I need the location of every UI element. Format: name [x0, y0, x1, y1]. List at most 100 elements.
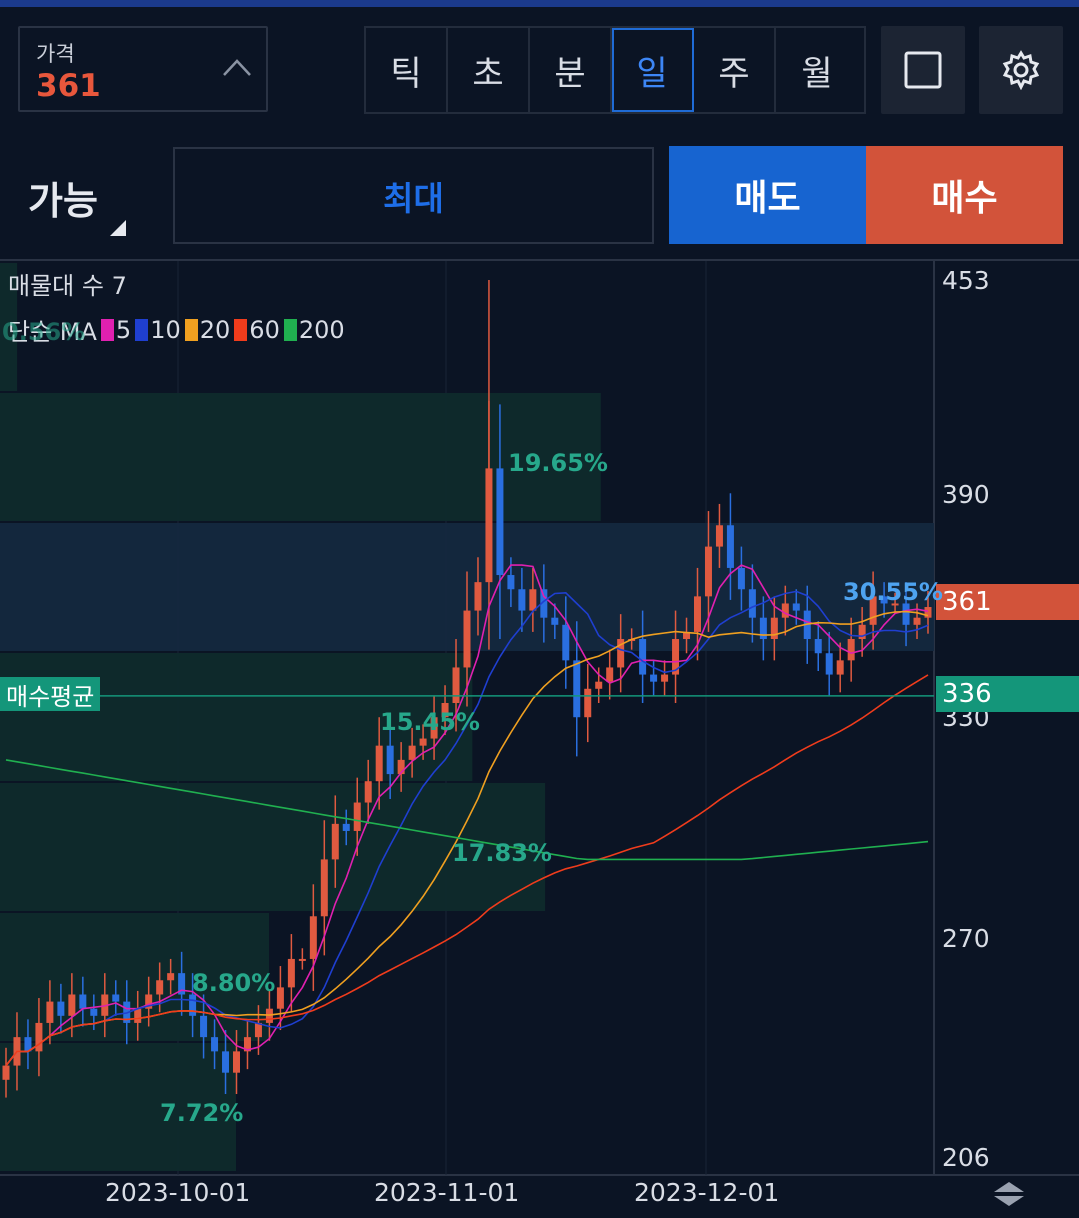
y-axis-label: 390: [942, 480, 990, 509]
candle-body: [825, 653, 833, 675]
candle-body: [276, 987, 284, 1009]
volume-profile-pct: 0.56%: [2, 318, 86, 346]
candle-body: [68, 994, 76, 1016]
ma-legend-label: 5: [115, 315, 132, 344]
buy-button[interactable]: 매수: [866, 146, 1063, 244]
candle-body: [529, 589, 537, 611]
sell-button[interactable]: 매도: [669, 146, 866, 244]
top-accent-bar: [0, 0, 1079, 7]
x-axis-label: 2023-12-01: [634, 1178, 780, 1207]
ma-legend-label: 10: [150, 315, 181, 344]
tab-period[interactable]: 일: [612, 28, 694, 112]
period-tabs: 틱초분일주월: [364, 26, 866, 114]
ma-legend-label: 60: [249, 315, 280, 344]
chevron-up-icon[interactable]: [222, 56, 252, 78]
ma-color-swatch: [100, 318, 114, 341]
candle-body: [814, 639, 822, 654]
candle-body: [924, 607, 932, 618]
candle-body: [167, 973, 175, 981]
price-value: 361: [36, 68, 101, 104]
candle-body: [156, 980, 164, 995]
current-price-tag: 361: [936, 584, 1079, 620]
candle-body: [309, 916, 317, 959]
ma-color-swatch: [184, 318, 198, 341]
candle-body: [452, 667, 460, 704]
ma-legend-label: 200: [298, 315, 345, 344]
candle-body: [661, 674, 669, 682]
candle-body: [463, 610, 471, 668]
candle-body: [726, 525, 734, 568]
gear-icon: [1002, 50, 1040, 90]
candle-body: [353, 802, 361, 831]
ma-color-swatch: [283, 318, 297, 341]
ma-legend-label: 20: [199, 315, 231, 344]
expand-button[interactable]: [881, 26, 965, 114]
candle-body: [781, 603, 789, 618]
volume-profile-pct: 19.65%: [508, 449, 608, 477]
volume-profile-pct: 7.72%: [160, 1099, 244, 1127]
candle-body: [496, 468, 504, 576]
volume-profile-pct: 17.83%: [452, 839, 552, 867]
candle-body: [57, 1001, 65, 1016]
ma-color-swatch: [234, 318, 248, 341]
candle-body: [364, 781, 372, 803]
volume-profile-pct: 30.55%: [843, 578, 943, 606]
candle-body: [298, 958, 306, 961]
candle-body: [770, 617, 778, 640]
price-label: 가격: [36, 42, 75, 66]
candle-body: [551, 617, 559, 625]
avg-price-label: 매수평균: [0, 677, 101, 711]
square-icon: [904, 51, 942, 89]
candle-body: [134, 1008, 142, 1023]
candle-body: [715, 525, 723, 547]
candle-body: [331, 823, 339, 860]
candle-body: [112, 994, 120, 1002]
candle-body: [342, 823, 350, 831]
candle-body: [595, 681, 603, 689]
x-axis-label: 2023-10-01: [105, 1178, 251, 1207]
candle-body: [222, 1051, 230, 1073]
tab-period[interactable]: 틱: [366, 28, 448, 112]
candle-body: [90, 1008, 98, 1016]
candle-body: [2, 1065, 10, 1080]
candle-body: [836, 660, 844, 675]
candle-body: [474, 582, 482, 611]
candle-body: [847, 639, 855, 661]
candle-body: [200, 1015, 208, 1038]
candle-body: [737, 567, 745, 590]
volume-profile-pct: 15.45%: [380, 708, 480, 736]
candle-body: [694, 596, 701, 632]
candle-body: [46, 1001, 54, 1023]
ma-color-swatch: [135, 318, 149, 341]
max-button[interactable]: 최대: [173, 147, 654, 244]
candle-body: [748, 589, 756, 618]
candle-body: [386, 745, 394, 775]
tab-period[interactable]: 초: [448, 28, 530, 112]
y-axis-label: 206: [942, 1143, 990, 1172]
candle-body: [792, 603, 800, 611]
available-label[interactable]: 가능: [28, 170, 98, 225]
candle-body: [639, 639, 647, 675]
candle-body: [189, 994, 197, 1016]
candle-body: [562, 624, 570, 661]
candle-body: [375, 745, 383, 782]
tab-period[interactable]: 분: [530, 28, 612, 112]
candle-body: [211, 1037, 219, 1052]
y-axis-label: 453: [942, 266, 990, 295]
candle-body: [913, 617, 921, 625]
price-chart[interactable]: [0, 261, 1079, 1218]
candle-body: [902, 603, 910, 625]
candle-body: [320, 859, 328, 917]
updown-arrows-icon[interactable]: [992, 1180, 1026, 1208]
candle-body: [606, 667, 614, 682]
candle-body: [408, 745, 416, 760]
candle-body: [518, 589, 526, 611]
volume-profile-pct: 8.80%: [192, 969, 276, 997]
tab-period[interactable]: 주: [694, 28, 776, 112]
price-selector[interactable]: 가격 361: [18, 26, 268, 112]
settings-button[interactable]: [979, 26, 1063, 114]
tab-period[interactable]: 월: [776, 28, 858, 112]
candle-body: [584, 688, 592, 718]
dropdown-triangle-icon[interactable]: [110, 220, 126, 236]
candle-body: [287, 958, 295, 988]
